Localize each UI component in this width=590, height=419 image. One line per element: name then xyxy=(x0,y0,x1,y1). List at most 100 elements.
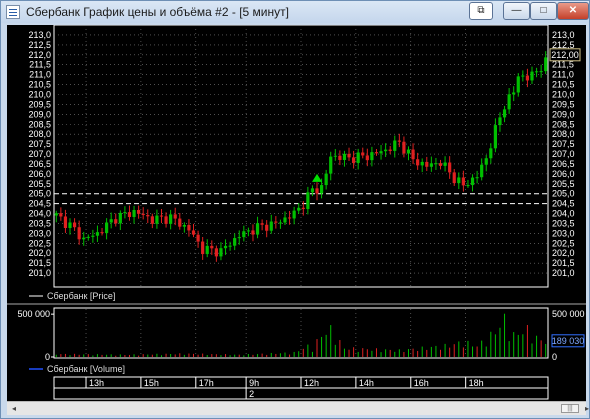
chart-area[interactable]: 201,0 201,0 201,5 201,5 202,0 202,0 202,5 202,5… xyxy=(7,25,586,401)
price-candle-body xyxy=(470,177,475,186)
price-axis-tick-left: 206,5 xyxy=(28,159,51,169)
price-candle-body xyxy=(448,162,452,173)
price-candle-body xyxy=(429,163,433,167)
price-candle-body xyxy=(361,152,365,156)
price-axis-tick-right: 210,0 xyxy=(552,89,575,99)
price-candle-body xyxy=(512,92,516,95)
price-candle-body xyxy=(384,149,388,152)
price-candle-body xyxy=(265,224,269,231)
price-candle-body xyxy=(534,71,539,73)
price-candle-body xyxy=(63,216,68,229)
price-candle-body xyxy=(59,213,63,217)
price-candle-body xyxy=(352,157,356,163)
price-axis-tick-right: 213,0 xyxy=(552,30,575,40)
price-axis-tick-right: 204,5 xyxy=(552,199,575,209)
price-candle-body xyxy=(310,188,315,193)
price-candle-body xyxy=(416,159,420,166)
close-button[interactable]: ✕ xyxy=(557,2,589,20)
scroll-right-icon[interactable]: ▸ xyxy=(581,403,590,414)
price-candle-body xyxy=(169,214,173,224)
price-candle-body xyxy=(402,141,406,154)
price-axis-tick-right: 206,5 xyxy=(552,159,575,169)
restore-document-button[interactable]: ⧉ xyxy=(469,2,493,20)
price-candle-body xyxy=(319,185,324,194)
price-candle-body xyxy=(425,161,429,167)
price-candle-body xyxy=(187,224,191,231)
price-candle-body xyxy=(544,57,548,72)
price-axis-tick-left: 210,5 xyxy=(28,80,51,90)
price-candle-body xyxy=(123,212,127,214)
price-candle-body xyxy=(155,215,159,224)
price-candle-body xyxy=(95,232,100,236)
price-axis-tick-right: 203,0 xyxy=(552,228,575,238)
price-axis-tick-right: 202,0 xyxy=(552,248,575,258)
price-candle-body xyxy=(397,140,401,142)
price-candle-body xyxy=(228,245,232,247)
price-candle-body xyxy=(141,213,145,216)
price-candle-body xyxy=(502,109,507,118)
price-axis-tick-left: 204,5 xyxy=(28,199,51,209)
price-axis-tick-right: 201,5 xyxy=(552,258,575,268)
price-candle-body xyxy=(237,237,241,239)
price-axis-tick-right: 209,0 xyxy=(552,109,575,119)
price-axis-tick-right: 208,5 xyxy=(552,119,575,129)
volume-axis-tick-right: 500 000 xyxy=(552,309,585,319)
price-axis-tick-left: 205,0 xyxy=(28,189,51,199)
price-axis-tick-right: 205,0 xyxy=(552,189,575,199)
price-axis-tick-left: 203,5 xyxy=(28,218,51,228)
price-candle-body xyxy=(292,210,296,219)
price-axis-tick-left: 208,0 xyxy=(28,129,51,139)
price-candle-body xyxy=(219,248,223,257)
price-candle-body xyxy=(452,172,456,184)
time-axis-label: 14h xyxy=(359,378,374,388)
price-candle-body xyxy=(374,152,379,154)
price-axis-tick-right: 208,0 xyxy=(552,129,575,139)
window-title: Сбербанк График цены и объёма #2 - [5 ми… xyxy=(26,5,289,19)
price-candle-body xyxy=(77,227,81,240)
price-candle-body xyxy=(159,215,164,217)
price-candle-body xyxy=(233,238,237,246)
price-candle-body xyxy=(132,209,136,217)
price-candle-body xyxy=(365,155,369,161)
price-candle-body xyxy=(498,117,502,126)
price-candle-body xyxy=(246,230,250,232)
price-axis-tick-left: 202,0 xyxy=(28,248,51,258)
price-candle-body xyxy=(260,223,264,225)
price-candle-body xyxy=(411,149,415,160)
price-candle-body xyxy=(306,192,310,210)
price-candle-body xyxy=(475,177,479,179)
price-candle-body xyxy=(480,164,484,178)
price-axis-tick-left: 207,5 xyxy=(28,139,51,149)
price-panel-frame xyxy=(53,25,549,288)
chart-canvas[interactable]: 201,0 201,0201,5 201,5202,0 202,0202,5 202,5… xyxy=(7,25,586,401)
maximize-button[interactable]: □ xyxy=(530,2,557,20)
price-candle-body xyxy=(201,241,205,255)
price-candle-body xyxy=(393,140,397,151)
price-candle-body xyxy=(406,149,411,154)
scroll-thumb[interactable]: ||| xyxy=(561,404,579,413)
price-candle-body xyxy=(516,76,520,93)
scroll-left-icon[interactable]: ◂ xyxy=(8,403,20,414)
price-axis-tick-left: 206,0 xyxy=(28,169,51,179)
price-axis-tick-left: 205,5 xyxy=(28,179,51,189)
price-axis-tick-left: 202,5 xyxy=(28,238,51,248)
price-candle-body xyxy=(466,185,470,187)
price-candle-body xyxy=(100,232,104,234)
minimize-button[interactable]: — xyxy=(503,2,530,20)
horizontal-scrollbar[interactable]: ◂ ||| ▸ xyxy=(7,401,589,415)
price-candle-body xyxy=(443,162,447,166)
current-volume-label: 189 030 xyxy=(552,336,585,346)
price-candle-body xyxy=(109,219,113,223)
title-bar[interactable]: Сбербанк График цены и объёма #2 - [5 ми… xyxy=(1,1,589,23)
price-candle-body xyxy=(242,231,246,238)
price-axis-tick-left: 204,0 xyxy=(28,209,51,219)
price-axis-tick-left: 211,5 xyxy=(29,60,51,70)
price-candle-body xyxy=(539,71,543,73)
price-candle-body xyxy=(173,214,177,219)
price-candle-body xyxy=(118,212,122,224)
price-axis-tick-right: 203,5 xyxy=(552,218,575,228)
price-candle-body xyxy=(82,237,86,240)
buy-signal-icon xyxy=(312,173,323,182)
price-candle-body xyxy=(196,234,200,242)
volume-axis-tick-right: 0 xyxy=(552,352,557,362)
